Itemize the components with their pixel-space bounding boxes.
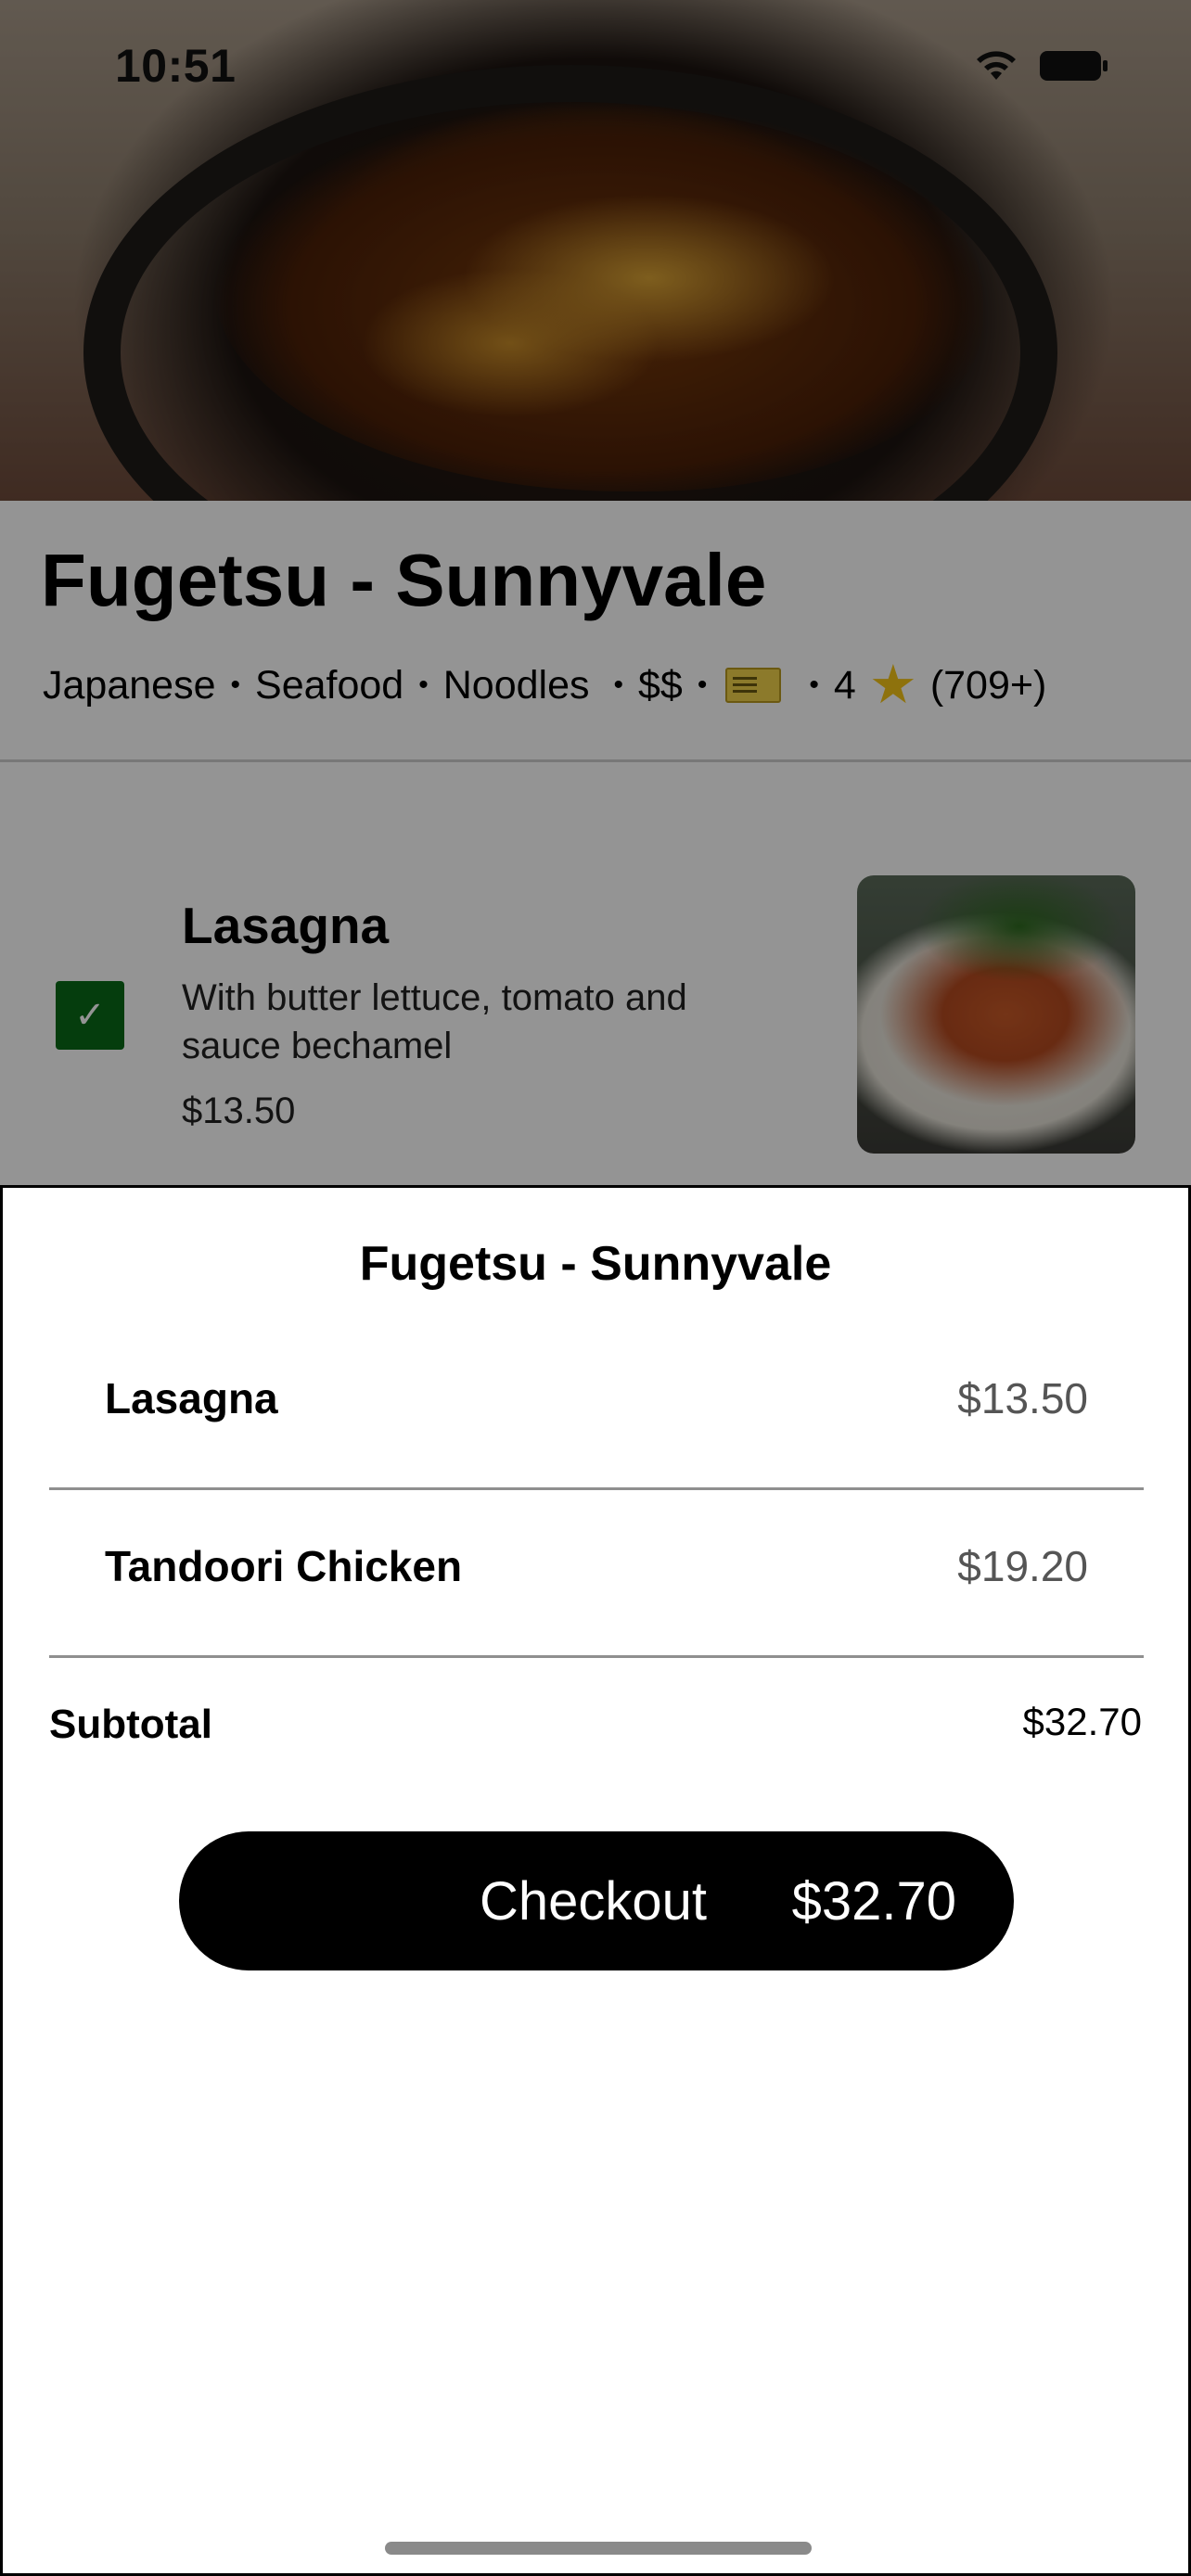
cart-sheet: Fugetsu - Sunnyvale Lasagna $13.50 Tando… xyxy=(0,1185,1191,2576)
cart-item-row[interactable]: Lasagna $13.50 xyxy=(3,1329,1188,1496)
app-screen: 10:51 Fugetsu - Sunnyvale Japanese • Sea… xyxy=(0,0,1191,2576)
cart-title: Fugetsu - Sunnyvale xyxy=(359,1237,832,1291)
cart-item-row[interactable]: Tandoori Chicken $19.20 xyxy=(3,1497,1188,1664)
cart-item-price: $13.50 xyxy=(957,1374,1088,1422)
checkout-total: $32.70 xyxy=(791,1871,956,1932)
checkout-button[interactable]: Checkout $32.70 xyxy=(179,1831,1014,1970)
subtotal-label: Subtotal xyxy=(49,1702,212,1747)
divider xyxy=(49,1655,1144,1658)
cart-item-price: $19.20 xyxy=(957,1542,1088,1590)
checkout-label: Checkout xyxy=(480,1871,708,1932)
divider xyxy=(49,1487,1144,1490)
cart-item-name: Tandoori Chicken xyxy=(105,1542,463,1590)
modal-backdrop[interactable] xyxy=(0,0,1191,1185)
cart-item-name: Lasagna xyxy=(105,1374,278,1422)
home-indicator[interactable] xyxy=(385,2542,812,2555)
subtotal-value: $32.70 xyxy=(1022,1700,1142,1743)
